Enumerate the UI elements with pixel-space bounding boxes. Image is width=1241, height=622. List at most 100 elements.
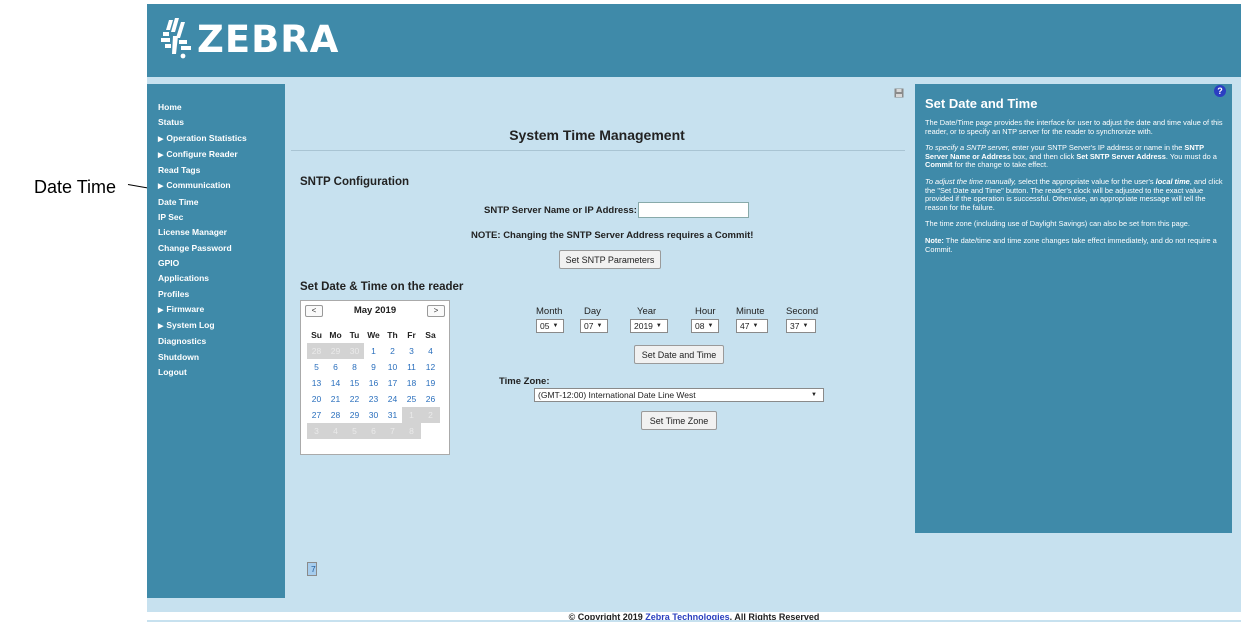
calendar-weekday: Tu bbox=[349, 330, 360, 340]
page-title: System Time Management bbox=[509, 127, 685, 143]
calendar-day[interactable]: 27 bbox=[307, 407, 326, 423]
calendar-day[interactable]: 19 bbox=[421, 375, 440, 391]
sidebar-item-gpio[interactable]: GPIO bbox=[158, 256, 285, 271]
calendar-day[interactable]: 2 bbox=[421, 407, 440, 423]
zebra-head-icon bbox=[161, 18, 191, 59]
calendar-day[interactable]: 5 bbox=[307, 359, 326, 375]
day-select[interactable]: 07 ▼ bbox=[580, 319, 608, 333]
calendar-day[interactable]: 11 bbox=[402, 359, 421, 375]
calendar-day[interactable]: 20 bbox=[307, 391, 326, 407]
calendar-day[interactable]: 30 bbox=[364, 407, 383, 423]
calendar-day[interactable]: 25 bbox=[402, 391, 421, 407]
sidebar-item-read-tags[interactable]: Read Tags bbox=[158, 163, 285, 178]
sidebar-item-diagnostics[interactable]: Diagnostics bbox=[158, 334, 285, 349]
calendar-day[interactable]: 17 bbox=[383, 375, 402, 391]
calendar-day[interactable]: 22 bbox=[345, 391, 364, 407]
sidebar-item-label: Change Password bbox=[158, 242, 232, 253]
calendar-day[interactable]: 26 bbox=[421, 391, 440, 407]
hour-select[interactable]: 08 ▼ bbox=[691, 319, 719, 333]
second-select[interactable]: 37 ▼ bbox=[786, 319, 816, 333]
help-icon[interactable]: ? bbox=[1214, 85, 1226, 97]
expand-triangle-icon: ▶ bbox=[158, 151, 164, 159]
year-select[interactable]: 2019 ▼ bbox=[630, 319, 668, 333]
sidebar-item-firmware[interactable]: ▶ Firmware bbox=[158, 302, 285, 318]
sidebar-item-change-password[interactable]: Change Password bbox=[158, 241, 285, 256]
sidebar-item-operation-statistics[interactable]: ▶ Operation Statistics bbox=[158, 131, 285, 147]
date-calendar: May 2019 < > Su Mo Tu We Th Fr Sa 28 29 30 1 2 3 4 5 6 7… bbox=[300, 300, 450, 576]
minute-select[interactable]: 47 ▼ bbox=[736, 319, 768, 333]
sidebar-item-date-time[interactable]: Date Time bbox=[158, 195, 285, 210]
timezone-value: (GMT-12:00) International Date Line West bbox=[538, 390, 696, 400]
calendar-day[interactable]: 29 bbox=[345, 407, 364, 423]
sidebar-item-shutdown[interactable]: Shutdown bbox=[158, 350, 285, 365]
timezone-select[interactable]: (GMT-12:00) International Date Line West… bbox=[534, 388, 824, 402]
calendar-day[interactable]: 9 bbox=[364, 359, 383, 375]
sidebar-item-configure-reader[interactable]: ▶ Configure Reader bbox=[158, 147, 285, 163]
sidebar-item-applications[interactable]: Applications bbox=[158, 271, 285, 286]
calendar-day[interactable]: 1 bbox=[364, 343, 383, 359]
sidebar-item-status[interactable]: Status bbox=[158, 115, 285, 130]
calendar-day[interactable]: 13 bbox=[307, 375, 326, 391]
calendar-day[interactable]: 6 bbox=[326, 359, 345, 375]
sidebar-item-home[interactable]: Home bbox=[158, 100, 285, 115]
sidebar-item-label: Date Time bbox=[158, 196, 199, 207]
calendar-day[interactable]: 30 bbox=[345, 343, 364, 359]
expand-triangle-icon: ▶ bbox=[158, 183, 164, 191]
sidebar-item-license-manager[interactable]: License Manager bbox=[158, 225, 285, 240]
calendar-day[interactable]: 5 bbox=[345, 423, 364, 439]
calendar-day[interactable]: 8 bbox=[402, 423, 421, 439]
sidebar-item-label: License Manager bbox=[158, 227, 227, 238]
calendar-day[interactable]: 31 bbox=[383, 407, 402, 423]
sidebar-item-ip-sec[interactable]: IP Sec bbox=[158, 210, 285, 225]
set-sntp-parameters-button[interactable]: Set SNTP Parameters bbox=[559, 250, 661, 269]
calendar-header: May 2019 < > bbox=[305, 305, 445, 321]
calendar-day[interactable]: 2 bbox=[383, 343, 402, 359]
sidebar-item-profiles[interactable]: Profiles bbox=[158, 287, 285, 302]
calendar-day[interactable]: 8 bbox=[345, 359, 364, 375]
app-frame: ZEBRA Home Status ▶ Operation Statistics ▶ Co… bbox=[147, 4, 1241, 622]
calendar-day[interactable]: 6 bbox=[364, 423, 383, 439]
calendar-day[interactable]: 14 bbox=[326, 375, 345, 391]
calendar-prev-icon[interactable]: < bbox=[305, 305, 323, 317]
sntp-server-input[interactable] bbox=[638, 202, 749, 218]
calendar-day-selected[interactable]: 7 bbox=[307, 562, 317, 576]
calendar-day[interactable]: 1 bbox=[402, 407, 421, 423]
help-strong: Set SNTP Server Address bbox=[1076, 151, 1166, 161]
calendar-next-icon[interactable]: > bbox=[427, 305, 445, 317]
calendar-day[interactable]: 10 bbox=[383, 359, 402, 375]
save-icon[interactable] bbox=[894, 88, 904, 98]
sidebar-item-communication[interactable]: ▶ Communication bbox=[158, 178, 285, 194]
help-strong: Commit bbox=[925, 160, 953, 170]
calendar-day[interactable]: 18 bbox=[402, 375, 421, 391]
calendar-day[interactable]: 4 bbox=[326, 423, 345, 439]
header: ZEBRA bbox=[147, 4, 1241, 77]
set-date-and-time-button[interactable]: Set Date and Time bbox=[634, 345, 724, 364]
calendar-day[interactable]: 21 bbox=[326, 391, 345, 407]
sidebar-item-system-log[interactable]: ▶ System Log bbox=[158, 318, 285, 334]
calendar-day[interactable]: 16 bbox=[364, 375, 383, 391]
sidebar-item-label: Operation Statistics bbox=[166, 132, 247, 143]
datetime-field-label: Month bbox=[536, 306, 563, 317]
chevron-down-icon: ▼ bbox=[802, 323, 809, 329]
select-value: 2019 bbox=[634, 321, 653, 331]
brand-name: ZEBRA bbox=[197, 17, 340, 61]
calendar-day[interactable]: 24 bbox=[383, 391, 402, 407]
calendar-day[interactable]: 28 bbox=[326, 407, 345, 423]
calendar-day[interactable]: 7 bbox=[383, 423, 402, 439]
select-value: 08 bbox=[695, 321, 705, 331]
calendar-day[interactable]: 15 bbox=[345, 375, 364, 391]
month-select[interactable]: 05 ▼ bbox=[536, 319, 564, 333]
calendar-day[interactable]: 4 bbox=[421, 343, 440, 359]
calendar-day[interactable]: 12 bbox=[421, 359, 440, 375]
set-time-zone-button[interactable]: Set Time Zone bbox=[641, 411, 717, 430]
calendar-day[interactable]: 23 bbox=[364, 391, 383, 407]
sntp-commit-note: NOTE: Changing the SNTP Server Address r… bbox=[471, 230, 754, 241]
calendar-day[interactable]: 3 bbox=[307, 423, 326, 439]
calendar-day[interactable]: 28 bbox=[307, 343, 326, 359]
calendar-day[interactable]: 29 bbox=[326, 343, 345, 359]
callout-label: Date Time bbox=[34, 177, 117, 197]
sidebar-item-label: Status bbox=[158, 117, 184, 128]
sntp-section-title: SNTP Configuration bbox=[300, 176, 410, 188]
calendar-day[interactable]: 3 bbox=[402, 343, 421, 359]
sidebar-item-logout[interactable]: Logout bbox=[158, 365, 285, 380]
